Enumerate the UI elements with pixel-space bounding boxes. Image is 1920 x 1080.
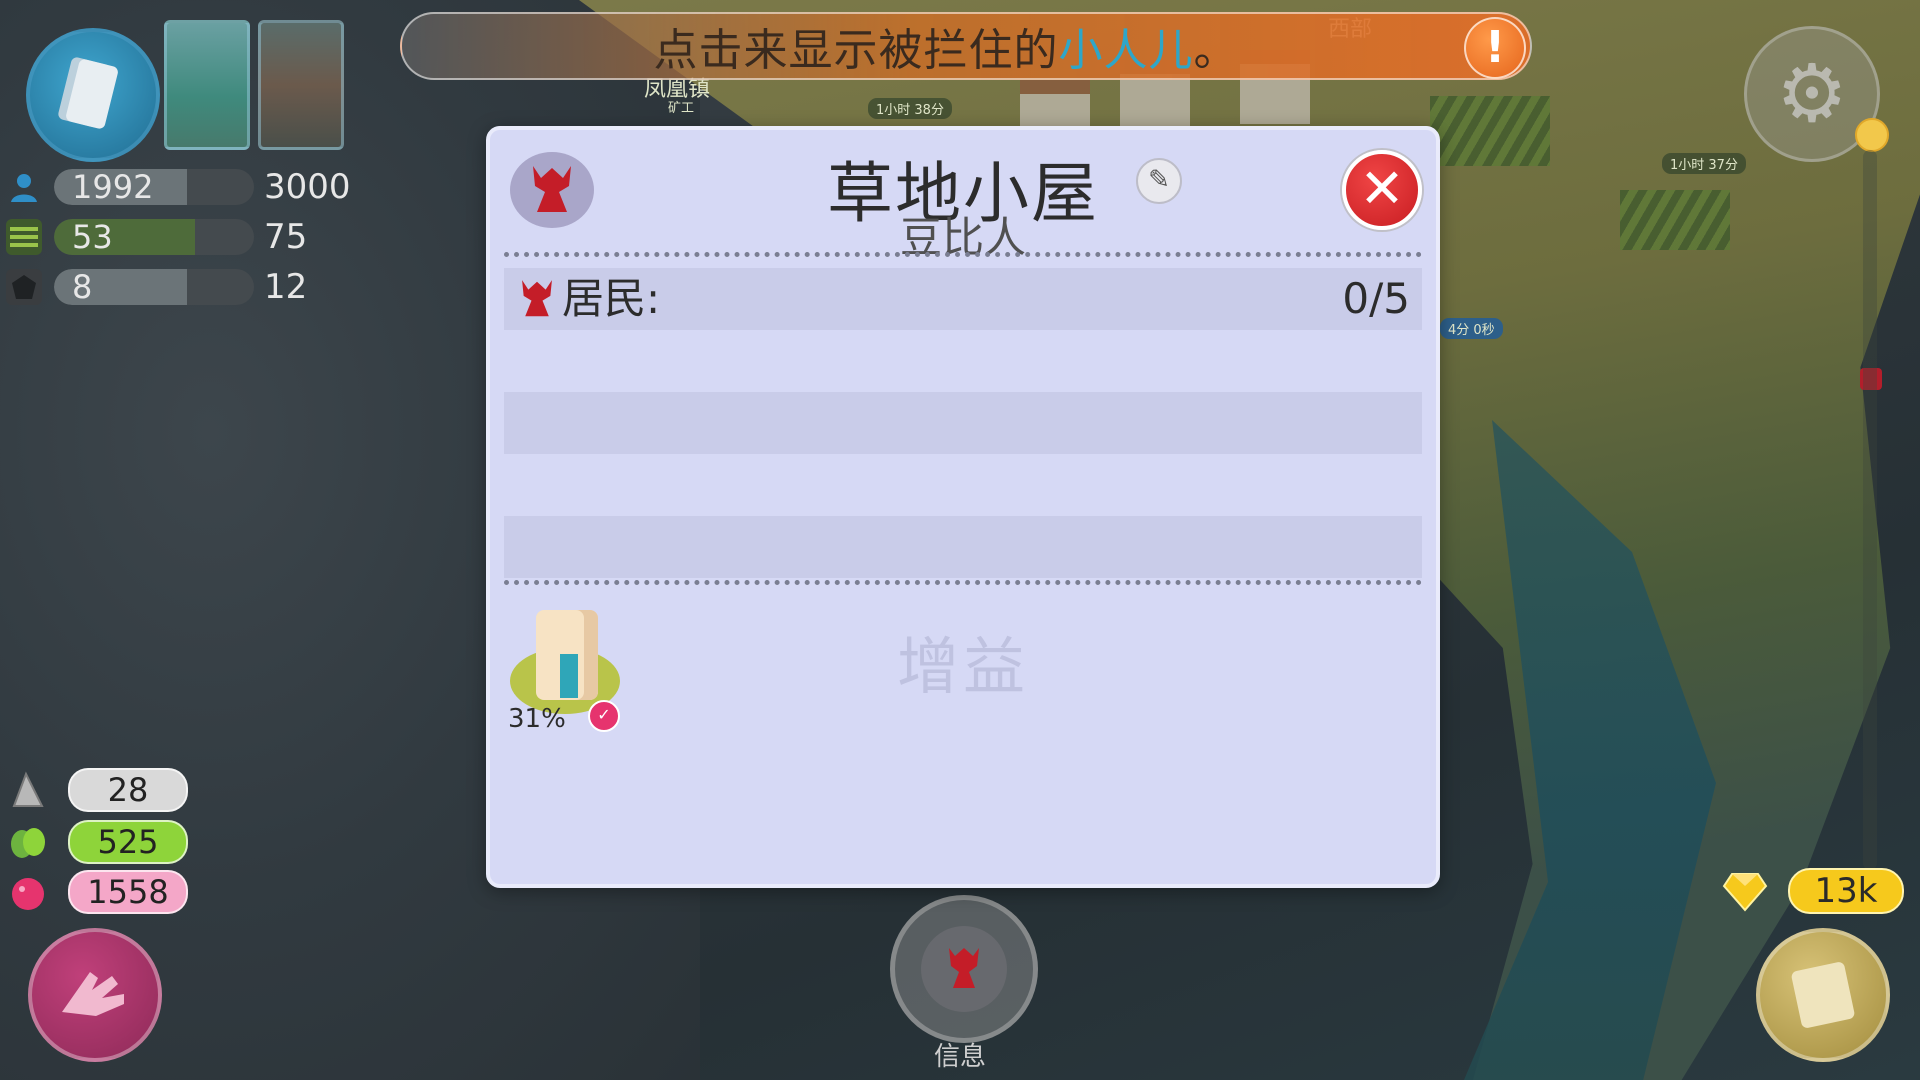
- notification-banner[interactable]: 点击来显示被拦住的小人儿。 !: [400, 12, 1532, 80]
- timer-label: 1小时 37分: [1662, 153, 1746, 174]
- person-icon: [6, 169, 42, 205]
- banner-text: 点击来显示被拦住的小人儿。: [654, 14, 1239, 78]
- timer-label: 1小时 38分: [868, 98, 952, 119]
- population-max: 3000: [264, 167, 351, 207]
- god-hand-button[interactable]: [28, 928, 162, 1062]
- food-bar: 53: [54, 219, 254, 255]
- edit-name-button[interactable]: ✎: [1136, 158, 1182, 204]
- upgrade-progress-text: 31%: [508, 704, 566, 734]
- resident-slot-empty: [504, 392, 1422, 454]
- info-button-inner: [921, 926, 1007, 1012]
- shopping-bag-icon: [1790, 961, 1856, 1029]
- ore-icon: [6, 269, 42, 305]
- close-button[interactable]: ✕: [1342, 150, 1422, 230]
- crop-field: [1430, 96, 1550, 166]
- leaf-resource: 525: [8, 820, 188, 864]
- residents-header-row: 居民: 0/5: [504, 268, 1422, 330]
- resident-slot-empty: [504, 516, 1422, 578]
- gem-counter: 13k: [1722, 868, 1904, 914]
- banner-text-end: 。: [1193, 25, 1239, 76]
- card-icon: [64, 58, 120, 130]
- ore-max: 12: [264, 267, 308, 307]
- berry-icon: [8, 872, 48, 912]
- residents-list: 居民: 0/5: [504, 268, 1422, 578]
- residents-count: 0/5: [1342, 274, 1410, 323]
- food-max: 75: [264, 217, 308, 257]
- leaf-icon: [8, 822, 48, 862]
- card-thumbnail[interactable]: [164, 20, 250, 150]
- cards-button[interactable]: [26, 28, 160, 162]
- divider: [504, 580, 1422, 585]
- stone-value: 28: [68, 768, 188, 812]
- berry-resource: 1558: [8, 870, 188, 914]
- timer-label: 4分 0秒: [1440, 318, 1503, 339]
- zoom-slider[interactable]: [1863, 150, 1877, 870]
- shop-button[interactable]: [1756, 928, 1890, 1062]
- ore-value: 8: [72, 269, 93, 305]
- gear-icon: ⚙: [1776, 47, 1848, 140]
- leaf-value: 525: [68, 820, 188, 864]
- resident-slot-empty: [504, 330, 1422, 392]
- food-value: 53: [72, 219, 113, 255]
- stone-icon: [8, 770, 48, 810]
- ore-bar: 8: [54, 269, 254, 305]
- population-value: 1992: [72, 169, 154, 205]
- buff-title: 增益: [896, 630, 1029, 703]
- info-button[interactable]: [890, 895, 1038, 1043]
- banner-text-highlight: 小人儿: [1058, 25, 1194, 76]
- residents-label: 居民:: [562, 274, 661, 323]
- farm-icon: [6, 219, 42, 255]
- info-button-label: 信息: [933, 1042, 986, 1072]
- town-role-label: 矿工: [668, 101, 695, 116]
- gem-value: 13k: [1788, 868, 1904, 914]
- banner-text-main: 点击来显示被拦住的: [653, 25, 1059, 76]
- card-thumbnail[interactable]: [258, 20, 344, 150]
- population-bar: 1992: [54, 169, 254, 205]
- population-stat: 1992 3000: [6, 166, 351, 208]
- follower-icon: [522, 280, 552, 317]
- resident-slot-empty: [504, 454, 1422, 516]
- gem-icon: [1722, 868, 1768, 914]
- food-stat: 53 75: [6, 216, 307, 258]
- crop-field: [1620, 190, 1730, 250]
- ore-stat: 8 12: [6, 266, 307, 308]
- berry-value: 1558: [68, 870, 188, 914]
- follower-icon: [949, 948, 979, 988]
- divider: [504, 252, 1422, 257]
- building-info-dialog: 草地小屋 豆比人 ✎ ✕ 居民: 0/5 31% ✓ 增益: [486, 126, 1440, 888]
- alert-icon[interactable]: !: [1464, 17, 1526, 79]
- hand-icon: [62, 972, 124, 1016]
- coin-icon: [1855, 118, 1889, 152]
- stone-resource: 28: [8, 768, 188, 812]
